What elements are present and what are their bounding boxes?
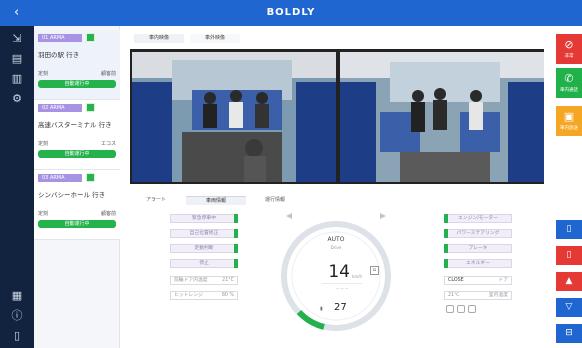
vehicle-card[interactable]: 03 ARMA シンバシーホール 行き 定刻 顧客前 自動運行中	[34, 170, 120, 240]
tab-operation-info[interactable]: 運行情報	[250, 196, 300, 205]
shield-icon[interactable]: ▽	[556, 298, 582, 317]
tab-alert[interactable]: アラート	[134, 196, 178, 205]
drive-judgement-button[interactable]: 走動判断	[170, 244, 238, 253]
door-temperature-field: 前輪ドア内温度 21°C	[170, 276, 238, 285]
vehicle-info-row: 定刻 顧客前	[38, 71, 116, 77]
position-correction-button[interactable]: 自己位置修正	[170, 229, 238, 238]
stop-button[interactable]: 停止	[170, 259, 238, 268]
clipboard-icon[interactable]: ▦	[10, 289, 24, 303]
vehicle-info-row: 定刻 顧客前	[38, 211, 116, 217]
temperature-value: 27	[334, 302, 347, 313]
header-bar: ‹ BOLDLY	[0, 0, 582, 26]
bus-interior-image	[340, 52, 544, 182]
warning-icon[interactable]: ▲	[556, 272, 582, 291]
tab-exterior-camera[interactable]: 車外映像	[190, 34, 240, 43]
power-steering-button[interactable]: パワーステアリング	[444, 229, 512, 238]
vehicle-destination: 高速バスターミナル 行き	[38, 121, 112, 129]
door-status-field: CLOSE ドア	[444, 276, 512, 285]
camera-icon	[86, 103, 95, 112]
status-badge: 自動運行中	[38, 150, 116, 158]
status-badge: 自動運行中	[38, 80, 116, 88]
monitor-icon[interactable]: ▤	[10, 52, 24, 66]
parking-icon: ▫	[370, 266, 379, 275]
hit-range-field: ヒットレンジ 80 %	[170, 291, 238, 300]
cabin-temperature-field: 21℃ 室内温度	[444, 291, 512, 300]
vehicle-list: 01 ARMA 羽田の駅 行き 定刻 顧客前 自動運行中 02 ARMA 高速バス…	[34, 26, 120, 348]
chart-icon[interactable]: ▥	[10, 72, 24, 86]
engine-motor-button[interactable]: エンジン/モーター	[444, 214, 512, 223]
speed-value: 14	[328, 262, 350, 282]
intercom-button[interactable]: ✆ 車内通話	[556, 68, 582, 98]
thermometer-icon: ▮	[320, 306, 323, 312]
emergency-button[interactable]: ⊘ 非常	[556, 34, 582, 64]
app-title: BOLDLY	[266, 7, 316, 18]
camera-feed-left[interactable]	[132, 52, 336, 182]
vehicle-destination: シンバシーホール 行き	[38, 191, 106, 199]
gear-icon[interactable]: ⚙	[10, 92, 24, 106]
bus-interior-image	[132, 52, 336, 182]
seat-icon	[457, 305, 465, 313]
sign-in-icon[interactable]: ⇲	[10, 32, 24, 46]
drive-mode-sub: Drive	[330, 245, 342, 250]
camera-feed-right[interactable]	[340, 52, 544, 182]
tab-interior-camera[interactable]: 車内映像	[134, 34, 184, 43]
seat-icon	[446, 305, 454, 313]
door-icon[interactable]: ▯	[556, 220, 582, 239]
brake-button[interactable]: ブレーキ	[444, 244, 512, 253]
drive-mode: AUTO	[327, 236, 345, 243]
phone-icon: ✆	[564, 72, 574, 85]
camera-icon	[86, 173, 95, 182]
vehicle-destination: 羽田の駅 行き	[38, 51, 80, 59]
vehicle-tag: 01 ARMA	[38, 34, 82, 42]
ramp-icon[interactable]: ⊟	[556, 324, 582, 343]
vehicle-tag: 02 ARMA	[38, 104, 82, 112]
document-icon[interactable]: ▯	[10, 329, 24, 343]
vehicle-info-row: 定刻 エコス	[38, 141, 116, 147]
gauge-divider	[322, 283, 362, 284]
energy-button[interactable]: エネルギー	[444, 259, 512, 268]
left-navigation: ⇲ ▤ ▥ ⚙ ▦ ⓘ ▯	[0, 26, 34, 348]
camera-icon	[86, 33, 95, 42]
info-icon[interactable]: ⓘ	[10, 309, 24, 323]
door-alert-icon[interactable]: ▯	[556, 246, 582, 265]
tab-vehicle-info[interactable]: 車両情報	[186, 196, 246, 205]
status-badge: 自動運行中	[38, 220, 116, 228]
seat-icon	[468, 305, 476, 313]
emergency-stop-button[interactable]: 緊急停車中	[170, 214, 238, 223]
vehicle-card[interactable]: 02 ARMA 高速バスターミナル 行き 定刻 エコス 自動運行中	[34, 100, 120, 170]
speed-unit: km/h	[352, 274, 363, 279]
vehicle-card[interactable]: 01 ARMA 羽田の駅 行き 定刻 顧客前 自動運行中	[34, 30, 120, 100]
gauge-tick-labels: — — —	[335, 286, 349, 290]
broadcast-icon: ▣	[563, 110, 575, 123]
prohibit-icon: ⊘	[564, 38, 574, 51]
announcement-button[interactable]: ▣ 車内放送	[556, 106, 582, 136]
vehicle-tag: 03 ARMA	[38, 174, 82, 182]
